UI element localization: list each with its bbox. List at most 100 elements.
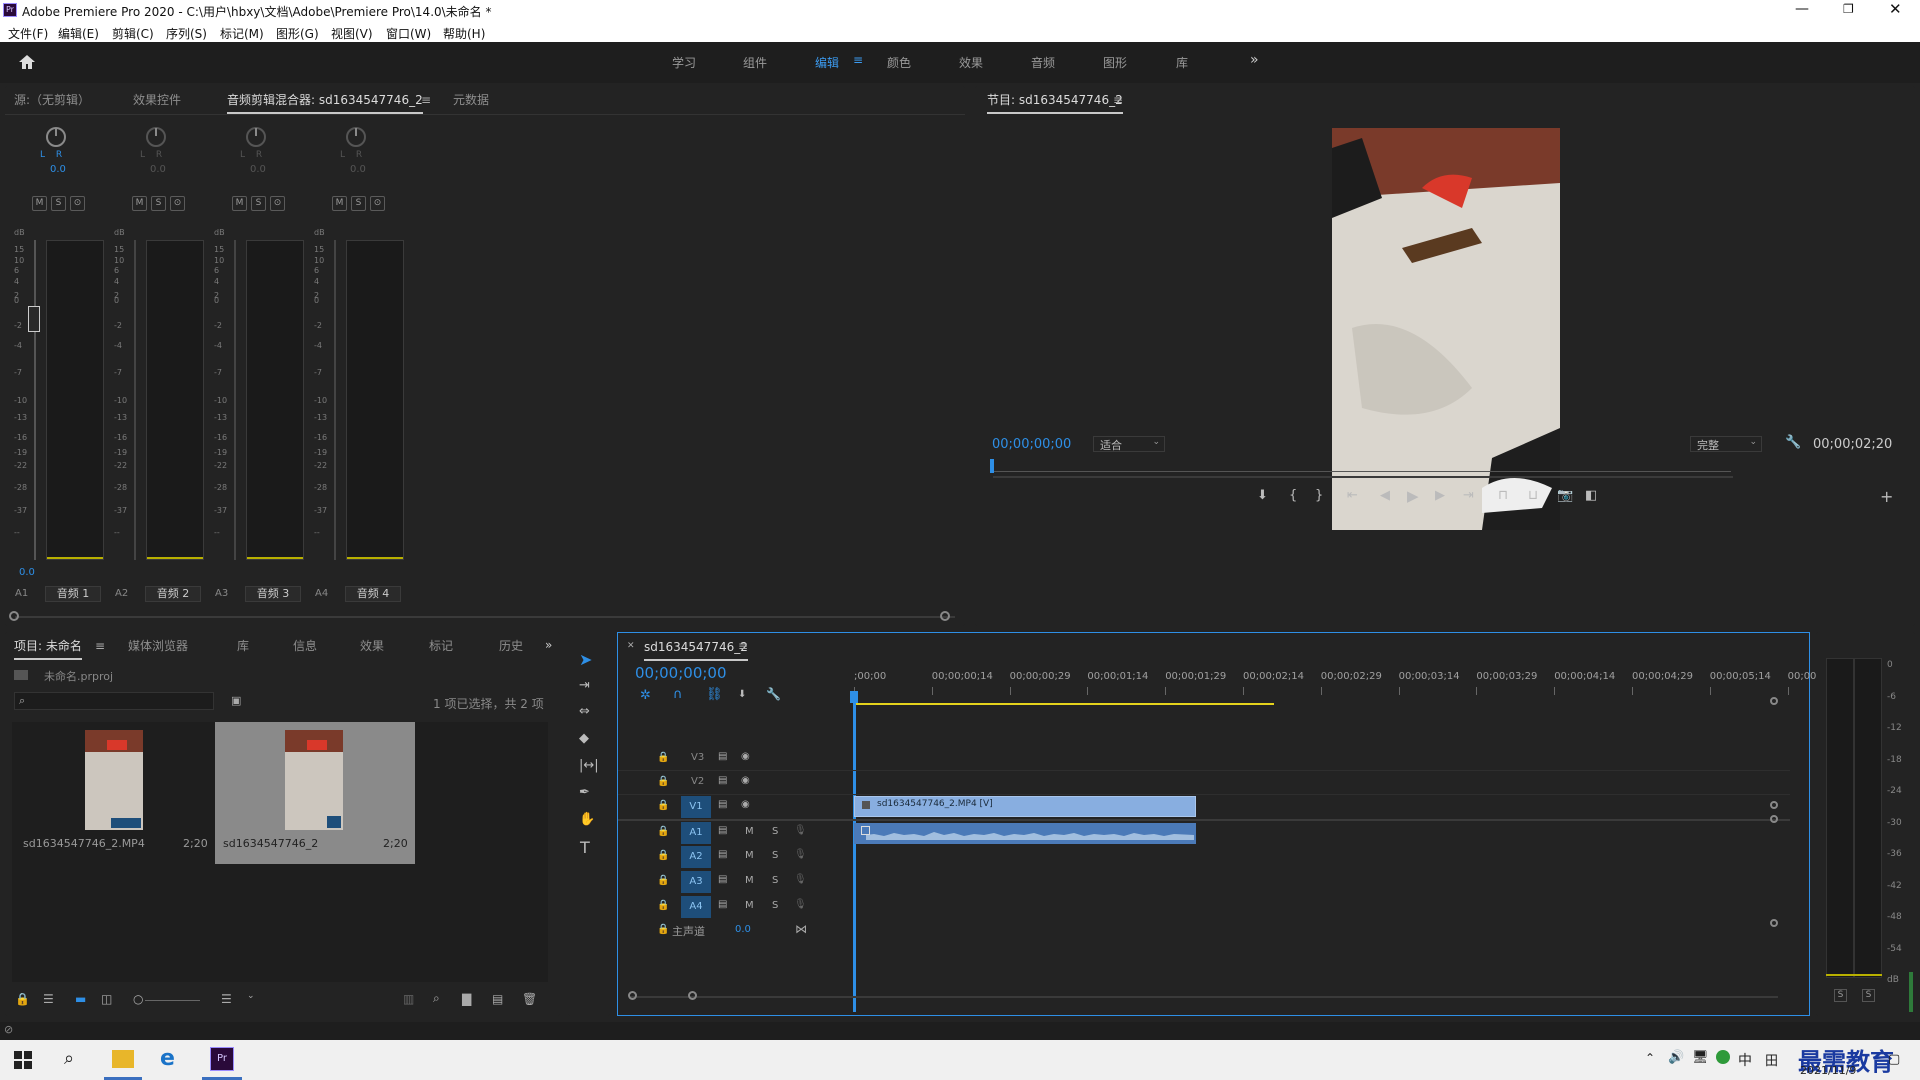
channel-name[interactable]: 音频 3 (245, 586, 301, 602)
sort-icon[interactable]: ☰ (221, 992, 232, 1006)
record-button[interactable]: ⊙ (70, 196, 85, 211)
automate-to-sequence-icon[interactable]: ▥ (403, 992, 414, 1006)
solo-track-button[interactable]: S (772, 900, 778, 911)
video-clip[interactable]: sd1634547746_2.MP4 [V] (854, 796, 1196, 817)
track-target-a4[interactable]: A4 (681, 896, 711, 918)
playhead-head[interactable] (850, 691, 858, 703)
linked-selection-icon[interactable]: ⛓ (706, 687, 723, 702)
project-item[interactable]: sd1634547746_2.MP4 2;20 (12, 722, 212, 857)
play-icon[interactable]: ▶ (1407, 487, 1419, 505)
tab-effect-controls[interactable]: 效果控件 (133, 86, 181, 114)
mute-track-button[interactable]: M (745, 826, 754, 837)
track-lock-icon[interactable]: 🔒 (657, 826, 669, 837)
toggle-sync-lock-icon[interactable]: ▤ (718, 849, 727, 860)
mute-button[interactable]: M (32, 196, 47, 211)
track-lock-icon[interactable]: 🔒 (657, 752, 669, 763)
pan-knob[interactable] (46, 127, 66, 147)
program-ruler[interactable] (991, 464, 1731, 472)
pen-tool-icon[interactable]: ✒ (579, 785, 590, 800)
workspace-color[interactable]: 颜色 (887, 54, 911, 71)
tab-media-browser[interactable]: 媒体浏览器 (128, 632, 188, 660)
solo-left-button[interactable]: S (1834, 989, 1847, 1002)
menu-edit[interactable]: 编辑(E) (58, 25, 99, 42)
solo-track-button[interactable]: S (772, 875, 778, 886)
new-item-icon[interactable]: ▤ (492, 992, 503, 1006)
taskbar-date[interactable]: 2021/11/9 (1800, 1064, 1856, 1077)
trash-icon[interactable]: 🗑 (522, 992, 537, 1006)
video-scroll-handle-top[interactable] (1770, 697, 1778, 705)
solo-track-button[interactable]: S (772, 826, 778, 837)
toggle-sync-lock-icon[interactable]: ▤ (718, 775, 727, 786)
menu-sequence[interactable]: 序列(S) (166, 25, 207, 42)
workspace-effects[interactable]: 效果 (959, 54, 983, 71)
add-marker-icon[interactable]: ⬇ (1257, 488, 1268, 503)
toggle-sync-lock-icon[interactable]: ▤ (718, 751, 727, 762)
track-target-a3[interactable]: A3 (681, 871, 711, 893)
channel-name[interactable]: 音频 1 (45, 586, 101, 602)
pan-value[interactable]: 0.0 (350, 164, 366, 175)
menu-window[interactable]: 窗口(W) (386, 25, 431, 42)
tab-source[interactable]: 源:（无剪辑） (14, 86, 90, 114)
mute-track-button[interactable]: M (745, 850, 754, 861)
zoom-handle-right[interactable] (688, 991, 697, 1000)
pan-value[interactable]: 0.0 (250, 164, 266, 175)
mute-track-button[interactable]: M (745, 875, 754, 886)
zoom-scroll-bar[interactable] (993, 476, 1733, 478)
track-select-tool-icon[interactable]: ⇥ (579, 678, 590, 693)
record-button[interactable]: ⊙ (370, 196, 385, 211)
solo-button[interactable]: S (351, 196, 366, 211)
keyboard-icon[interactable]: 田 (1765, 1050, 1778, 1069)
toggle-sync-lock-icon[interactable]: ▤ (718, 899, 727, 910)
solo-track-button[interactable]: S (772, 850, 778, 861)
file-explorer-icon[interactable] (112, 1050, 134, 1068)
audio-scroll-handle-top[interactable] (1770, 815, 1778, 823)
close-icon[interactable]: ✕ (1889, 0, 1902, 18)
tab-sequence[interactable]: sd1634547746_2 (644, 633, 748, 661)
eye-icon[interactable]: ◉ (741, 751, 750, 762)
voice-over-mic-icon[interactable]: 🎙 (794, 899, 807, 910)
list-view-icon[interactable]: ☰ (43, 992, 54, 1006)
horizontal-zoom-bar[interactable] (630, 996, 1778, 998)
export-frame-icon[interactable]: 📷 (1557, 488, 1573, 503)
work-area-bar[interactable] (854, 703, 1274, 705)
menu-help[interactable]: 帮助(H) (443, 25, 485, 42)
zoom-slider[interactable] (145, 1000, 200, 1001)
program-playhead[interactable] (990, 459, 994, 473)
search-icon[interactable]: ⌕ (64, 1048, 74, 1069)
add-marker-icon[interactable]: ⬇ (738, 689, 746, 700)
new-bin-from-search-icon[interactable]: ▣ (231, 694, 241, 707)
menu-view[interactable]: 视图(V) (331, 25, 373, 42)
toggle-sync-lock-icon[interactable]: ▤ (718, 799, 727, 810)
menu-graphics[interactable]: 图形(G) (276, 25, 319, 42)
input-language[interactable]: 中 (1738, 1050, 1752, 1070)
toggle-sync-lock-icon[interactable]: ▤ (718, 825, 727, 836)
tab-libraries[interactable]: 库 (237, 632, 249, 660)
audio-clip[interactable] (854, 823, 1196, 844)
icon-view-icon[interactable]: ▬ (75, 992, 86, 1006)
find-icon[interactable]: ⌕ (433, 991, 440, 1006)
workspace-graphics[interactable]: 图形 (1103, 54, 1127, 71)
new-bin-icon[interactable]: ▇ (462, 992, 471, 1006)
workspace-menu-icon[interactable]: ≡ (853, 53, 863, 67)
track-lock-icon[interactable]: 🔒 (657, 850, 669, 861)
time-ruler[interactable]: ;00;00 00;00;00;14 00;00;00;29 00;00;01;14 0… (854, 671, 1816, 695)
lock-icon[interactable]: 🔒 (15, 992, 30, 1006)
track-target-v1[interactable]: V1 (681, 796, 711, 818)
workspace-assembly[interactable]: 组件 (743, 54, 767, 71)
workspace-libraries[interactable]: 库 (1176, 54, 1188, 71)
voice-over-mic-icon[interactable]: 🎙 (794, 849, 807, 860)
menu-file[interactable]: 文件(F) (8, 25, 48, 42)
tab-info[interactable]: 信息 (293, 632, 317, 660)
workspace-learn[interactable]: 学习 (672, 54, 696, 71)
meter-scroll[interactable] (1909, 972, 1913, 1012)
tab-effects[interactable]: 效果 (360, 632, 384, 660)
more-panels-icon[interactable]: » (545, 638, 552, 652)
tab-audio-clip-mixer[interactable]: 音频剪辑混合器: sd1634547746_2 (227, 86, 423, 114)
menu-clip[interactable]: 剪辑(C) (112, 25, 154, 42)
quality-dropdown[interactable]: 完整 ⌄ (1690, 436, 1762, 452)
track-lock-icon[interactable]: 🔒 (657, 924, 669, 935)
windows-start-icon[interactable] (14, 1051, 32, 1069)
zoom-handle-left[interactable] (628, 991, 637, 1000)
fader-value[interactable]: 0.0 (19, 567, 35, 578)
home-icon[interactable] (17, 53, 37, 71)
